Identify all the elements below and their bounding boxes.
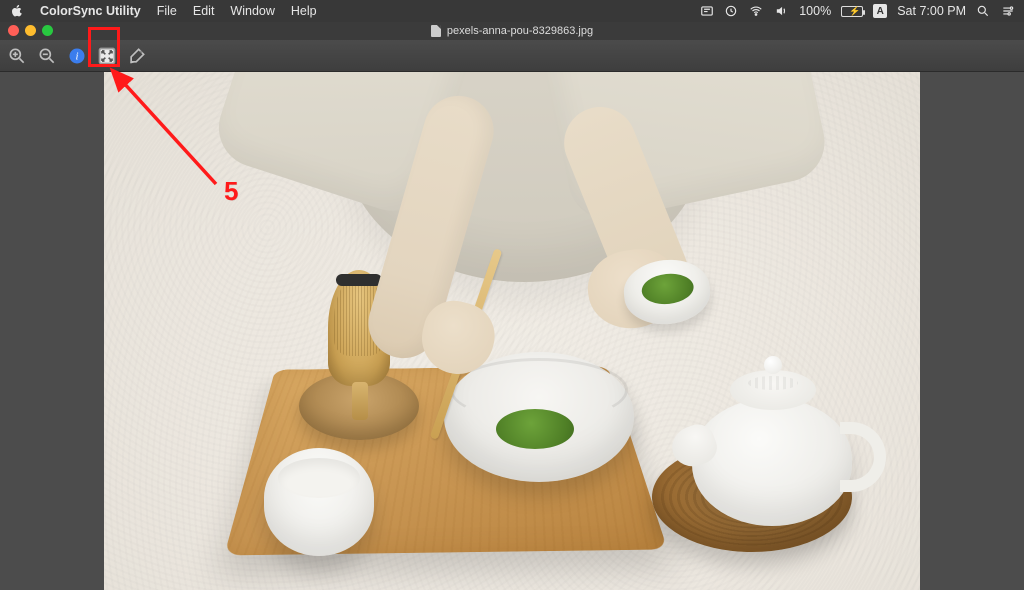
window-traffic-lights [8, 25, 53, 36]
app-name[interactable]: ColorSync Utility [40, 4, 141, 18]
window-titlebar: pexels-anna-pou-8329863.jpg [0, 22, 1024, 40]
window-zoom-button[interactable] [42, 25, 53, 36]
input-source-indicator[interactable]: A [873, 4, 887, 18]
zoom-to-fit-button[interactable] [94, 44, 120, 68]
image-correction-button[interactable] [124, 44, 150, 68]
control-center-menu-icon[interactable] [1000, 4, 1016, 18]
menu-window[interactable]: Window [230, 4, 274, 18]
menu-edit[interactable]: Edit [193, 4, 215, 18]
menu-help[interactable]: Help [291, 4, 317, 18]
displayed-image [104, 72, 920, 590]
svg-text:i: i [75, 50, 78, 62]
document-proxy-icon[interactable] [431, 25, 441, 37]
menubar-clock[interactable]: Sat 7:00 PM [897, 4, 966, 18]
menubar: ColorSync Utility File Edit Window Help … [0, 0, 1024, 22]
window-title: pexels-anna-pou-8329863.jpg [447, 25, 593, 37]
window-minimize-button[interactable] [25, 25, 36, 36]
window-close-button[interactable] [8, 25, 19, 36]
toolbar: i [0, 40, 1024, 72]
apple-menu-icon[interactable] [10, 4, 24, 18]
textinput-menu-icon[interactable] [700, 4, 714, 18]
image-viewer[interactable] [0, 72, 1024, 590]
zoom-in-button[interactable] [4, 44, 30, 68]
info-button[interactable]: i [64, 44, 90, 68]
battery-menu-icon[interactable]: ⚡ [841, 6, 863, 17]
timemachine-menu-icon[interactable] [724, 4, 738, 18]
battery-percent: 100% [799, 4, 831, 18]
menubar-status-area: 100% ⚡ A Sat 7:00 PM [700, 4, 1016, 18]
zoom-out-button[interactable] [34, 44, 60, 68]
wifi-menu-icon[interactable] [748, 4, 764, 18]
volume-menu-icon[interactable] [774, 4, 789, 18]
menu-file[interactable]: File [157, 4, 177, 18]
spotlight-menu-icon[interactable] [976, 4, 990, 18]
